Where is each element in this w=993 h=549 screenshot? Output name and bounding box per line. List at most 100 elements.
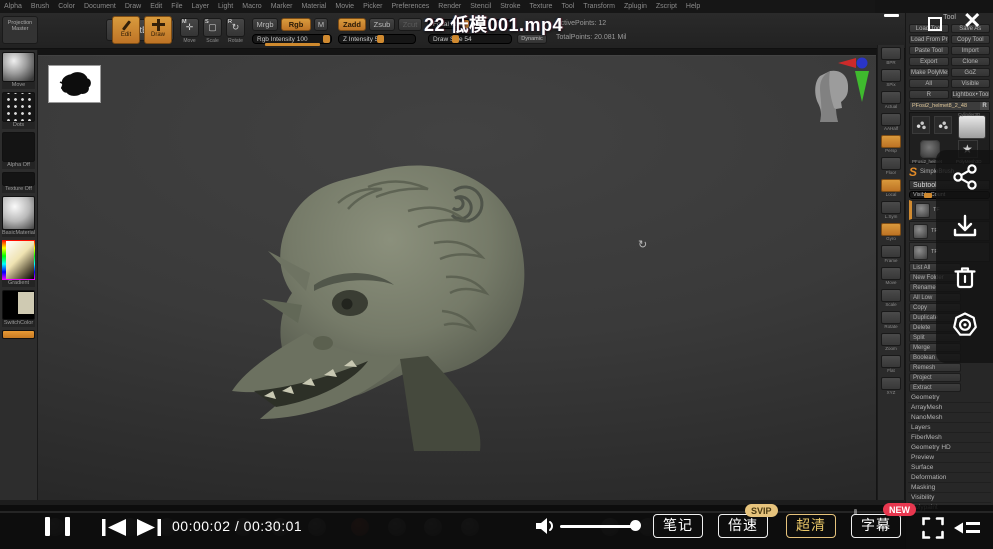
tool-section-row[interactable]: Visibility xyxy=(908,493,991,503)
menu-item[interactable]: Alpha xyxy=(4,3,22,10)
move-button[interactable]: M✛ Move xyxy=(180,18,199,37)
right-shelf-button[interactable]: Move xyxy=(881,267,901,286)
right-shelf-button[interactable]: Gyro xyxy=(881,223,901,242)
minimize-button[interactable] xyxy=(884,14,899,17)
right-shelf-button[interactable]: Zoom xyxy=(881,333,901,352)
right-shelf-button[interactable]: SPix xyxy=(881,69,901,88)
right-shelf-button[interactable]: Frame xyxy=(881,245,901,264)
tool-palette-button[interactable]: Make PolyMesh3D xyxy=(909,68,949,77)
notes-button[interactable]: 笔记 xyxy=(653,514,703,538)
tool-palette-button[interactable]: GoZ xyxy=(951,68,991,77)
right-shelf-button[interactable]: Actual xyxy=(881,91,901,110)
subtool-button[interactable]: Extract xyxy=(909,383,961,392)
menu-item[interactable]: Document xyxy=(84,3,116,10)
right-shelf-button[interactable]: Local xyxy=(881,179,901,198)
tool-palette-button[interactable]: Clone xyxy=(951,57,991,66)
current-tool-row[interactable]: PFosi2_helmet8_2_48R xyxy=(909,101,990,111)
menu-item[interactable]: Color xyxy=(58,3,75,10)
cylinder3d-thumbnail[interactable] xyxy=(958,115,986,139)
menu-item[interactable]: Material xyxy=(301,3,326,10)
viewport-canvas[interactable]: ↻ xyxy=(38,55,876,500)
subtool-button[interactable]: Project xyxy=(909,373,961,382)
right-shelf-button[interactable]: Persp xyxy=(881,135,901,154)
z-intensity-slider[interactable]: Z Intensity 51 xyxy=(338,34,416,44)
menu-item[interactable]: Render xyxy=(438,3,461,10)
tool-section-row[interactable]: Geometry HD xyxy=(908,443,991,453)
subtool-button[interactable]: Remesh xyxy=(909,363,961,372)
fullscreen-icon[interactable] xyxy=(922,517,944,539)
tool-palette-button[interactable]: Visible xyxy=(951,79,991,88)
menu-item[interactable]: Stroke xyxy=(500,3,520,10)
volume-slider[interactable] xyxy=(560,525,636,528)
menu-item[interactable]: Picker xyxy=(363,3,382,10)
tool-palette-button[interactable]: Load From Project xyxy=(909,35,949,44)
seek-bar[interactable] xyxy=(0,511,993,513)
left-tray-item[interactable]: Alpha Off xyxy=(2,132,35,169)
menu-item[interactable]: Texture xyxy=(529,3,552,10)
left-tray-item[interactable]: Move xyxy=(2,52,35,89)
tool-section-row[interactable]: Masking xyxy=(908,483,991,493)
right-shelf-button[interactable]: Flat xyxy=(881,355,901,374)
previous-button[interactable] xyxy=(102,519,126,536)
rgb-button[interactable]: Rgb xyxy=(281,18,311,31)
pause-button[interactable] xyxy=(45,517,73,536)
menu-item[interactable]: Preferences xyxy=(392,3,430,10)
projection-master-button[interactable]: Projection Master xyxy=(2,16,38,44)
playlist-icon[interactable] xyxy=(954,519,980,537)
menu-item[interactable]: Layer xyxy=(192,3,210,10)
menu-item[interactable]: Light xyxy=(218,3,233,10)
menu-item[interactable]: Zscript xyxy=(656,3,677,10)
scale-button[interactable]: S▢ Scale xyxy=(203,18,222,37)
menu-item[interactable]: File xyxy=(171,3,182,10)
right-shelf-button[interactable]: L.Sym xyxy=(881,201,901,220)
left-tray-item[interactable]: Gradient xyxy=(2,240,35,287)
left-tray-item[interactable]: SwitchColor xyxy=(2,290,35,327)
m-button[interactable]: M xyxy=(314,18,328,31)
tool-section-row[interactable]: Deformation xyxy=(908,473,991,483)
right-shelf-button[interactable]: AAHalf xyxy=(881,113,901,132)
tool-palette-button[interactable]: All xyxy=(909,79,949,88)
menu-item[interactable]: Tool xyxy=(561,3,574,10)
tool-section-row[interactable]: NanoMesh xyxy=(908,413,991,423)
tool-palette-button[interactable]: Paste Tool xyxy=(909,46,949,55)
tool-palette-button[interactable]: Lightbox‣Tools xyxy=(951,90,991,99)
axis-gizmo[interactable] xyxy=(838,54,874,109)
menu-item[interactable]: Movie xyxy=(335,3,354,10)
record-icon[interactable] xyxy=(950,310,980,340)
right-shelf-button[interactable]: Floor xyxy=(881,157,901,176)
share-icon[interactable] xyxy=(950,162,980,192)
left-tray-item[interactable]: Dots xyxy=(2,92,35,129)
tool-palette-button[interactable]: Copy Tool xyxy=(951,35,991,44)
left-tray-item[interactable]: Fornace xyxy=(2,330,35,339)
subtitle-button[interactable]: 字幕 xyxy=(851,514,901,538)
brush-thumbnail[interactable] xyxy=(934,116,952,134)
volume-knob[interactable] xyxy=(630,520,641,531)
menu-item[interactable]: Transform xyxy=(583,3,615,10)
close-button[interactable]: ✕ xyxy=(963,8,981,34)
mrgb-button[interactable]: Mrgb xyxy=(252,18,278,31)
volume-icon[interactable] xyxy=(534,516,556,536)
download-icon[interactable] xyxy=(950,212,980,242)
speed-button[interactable]: 倍速 xyxy=(718,514,768,538)
menu-item[interactable]: Edit xyxy=(150,3,162,10)
right-shelf-button[interactable]: Rotate xyxy=(881,311,901,330)
tool-section-row[interactable]: Surface xyxy=(908,463,991,473)
right-shelf-button[interactable]: XYZ xyxy=(881,377,901,396)
left-tray-item[interactable]: Texture Off xyxy=(2,172,35,193)
zcut-button[interactable]: Zcut xyxy=(398,18,422,31)
delete-icon[interactable] xyxy=(950,262,980,292)
tool-palette-button[interactable]: R xyxy=(909,90,949,99)
tool-section-row[interactable]: FiberMesh xyxy=(908,433,991,443)
maximize-button[interactable] xyxy=(928,17,942,31)
tool-section-row[interactable]: ArrayMesh xyxy=(908,403,991,413)
edit-button[interactable]: Edit xyxy=(112,16,140,44)
rotate-button[interactable]: R↻ Rotate xyxy=(226,18,245,37)
menu-item[interactable]: Marker xyxy=(271,3,293,10)
menu-item[interactable]: Zplugin xyxy=(624,3,647,10)
menu-item[interactable]: Help xyxy=(686,3,700,10)
tool-section-row[interactable]: Geometry xyxy=(908,393,991,403)
right-shelf-button[interactable]: BPR xyxy=(881,47,901,66)
menu-item[interactable]: Brush xyxy=(31,3,49,10)
menu-item[interactable]: Macro xyxy=(242,3,261,10)
right-shelf-button[interactable]: Scale xyxy=(881,289,901,308)
